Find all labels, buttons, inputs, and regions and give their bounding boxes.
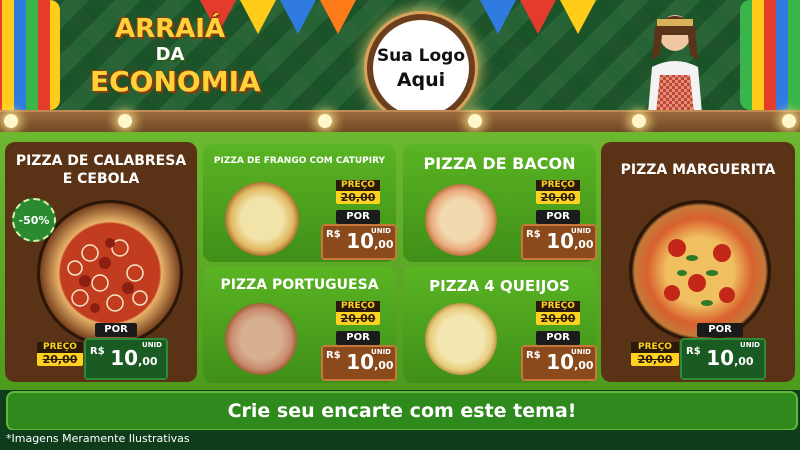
new-price-tag: UNID R$ 10,00 (521, 345, 597, 381)
old-price: 20,00 (42, 353, 78, 366)
new-price-tag: UNID R$ 10,00 (84, 338, 168, 380)
light-bulb (118, 114, 132, 128)
product-title: PIZZA DE BACON (423, 154, 576, 173)
new-price-cents: ,00 (574, 238, 594, 251)
bunting-flag (480, 0, 516, 34)
por-label: POR (95, 323, 137, 337)
currency-symbol: R$ (686, 346, 701, 357)
logo-placeholder: Sua Logo Aqui (367, 14, 475, 122)
preco-label: PREÇO (336, 180, 380, 191)
product-card-4-queijos: PIZZA 4 QUEIJOS PREÇO 20,00 POR UNID R$ … (403, 267, 597, 383)
new-price-cents: ,00 (574, 359, 594, 372)
logo-text-line1: Sua Logo (376, 46, 466, 66)
product-card-portuguesa: PIZZA PORTUGUESA PREÇO 20,00 POR UNID R$… (203, 267, 397, 383)
currency-symbol: R$ (526, 229, 541, 240)
product-card-calabresa: PIZZA DE CALABRESA E CEBOLA POR PREÇO 20… (5, 142, 197, 382)
cta-banner: Crie seu encarte com este tema! (6, 391, 798, 431)
product-card-frango: PIZZA DE FRANGO COM CATUPIRY PREÇO 20,00… (203, 144, 397, 262)
new-price-cents: ,00 (138, 355, 158, 368)
logo-text-line2: Aqui (396, 69, 446, 91)
old-price-tag: PREÇO 20,00 (536, 301, 580, 325)
product-title: PIZZA 4 QUEIJOS (429, 277, 570, 295)
new-price-int: 10 (346, 229, 375, 253)
disclaimer-text: *Imagens Meramente Ilustrativas (6, 432, 190, 445)
discount-badge: -50% (12, 198, 56, 242)
old-price: 20,00 (540, 191, 576, 204)
light-bulb (632, 114, 646, 128)
title-line-3: ECONOMIA (90, 65, 261, 98)
new-price-cents: ,00 (734, 355, 754, 368)
bunting-flag (560, 0, 596, 34)
old-price: 20,00 (340, 312, 376, 325)
old-price-tag: PREÇO 20,00 (37, 342, 83, 366)
product-title: PIZZA PORTUGUESA (220, 277, 379, 293)
girl-illustration (648, 15, 702, 113)
por-label: POR (697, 323, 743, 337)
por-label: POR (536, 331, 580, 345)
new-price-cents: ,00 (374, 238, 394, 251)
product-card-marguerita: PIZZA MARGUERITA POR PREÇO 20,00 UNID R$… (601, 142, 795, 382)
new-price-int: 10 (706, 346, 735, 370)
preco-label: PREÇO (37, 342, 83, 353)
currency-symbol: R$ (326, 350, 341, 361)
light-bulb (318, 114, 332, 128)
pizza-image (425, 303, 497, 375)
preco-label: PREÇO (631, 342, 679, 353)
por-label: POR (336, 331, 380, 345)
product-title: PIZZA DE FRANGO COM CATUPIRY (213, 156, 386, 166)
lantern-decoration (0, 0, 60, 110)
lantern-decoration (740, 0, 800, 110)
pizza-image (425, 184, 497, 256)
preco-label: PREÇO (536, 301, 580, 312)
new-price-int: 10 (346, 350, 375, 374)
title-line-2: DA (155, 44, 185, 65)
product-title: PIZZA DE CALABRESA E CEBOLA (15, 153, 187, 187)
old-price-tag: PREÇO 20,00 (536, 180, 580, 204)
preco-label: PREÇO (536, 180, 580, 191)
por-label: POR (536, 210, 580, 224)
product-title: PIZZA MARGUERITA (620, 162, 776, 178)
light-bulb (468, 114, 482, 128)
currency-symbol: R$ (326, 229, 341, 240)
title-line-1: ARRAIÁ (114, 14, 226, 44)
old-price: 20,00 (540, 312, 576, 325)
new-price-tag: UNID R$ 10,00 (521, 224, 597, 260)
preco-label: PREÇO (336, 301, 380, 312)
por-label: POR (336, 210, 380, 224)
product-card-bacon: PIZZA DE BACON PREÇO 20,00 POR UNID R$ 1… (403, 144, 597, 262)
currency-symbol: R$ (526, 350, 541, 361)
currency-symbol: R$ (90, 346, 105, 357)
bunting-flag (280, 0, 316, 34)
old-price-tag: PREÇO 20,00 (336, 301, 380, 325)
old-price-tag: PREÇO 20,00 (631, 342, 679, 366)
light-bulb (4, 114, 18, 128)
new-price-int: 10 (110, 346, 139, 370)
new-price-cents: ,00 (374, 359, 394, 372)
old-price-tag: PREÇO 20,00 (336, 180, 380, 204)
new-price-int: 10 (546, 229, 575, 253)
new-price-tag: UNID R$ 10,00 (321, 224, 397, 260)
pizza-image (629, 200, 771, 342)
old-price: 20,00 (637, 353, 673, 366)
new-price-tag: UNID R$ 10,00 (680, 338, 766, 380)
event-title: ARRAIÁ DA ECONOMIA (90, 14, 261, 114)
pizza-image (225, 182, 299, 256)
new-price-tag: UNID R$ 10,00 (321, 345, 397, 381)
light-bulb (782, 114, 796, 128)
bunting-flag (320, 0, 356, 34)
new-price-int: 10 (546, 350, 575, 374)
bunting-flag (520, 0, 556, 34)
old-price: 20,00 (340, 191, 376, 204)
pizza-image (225, 303, 297, 375)
